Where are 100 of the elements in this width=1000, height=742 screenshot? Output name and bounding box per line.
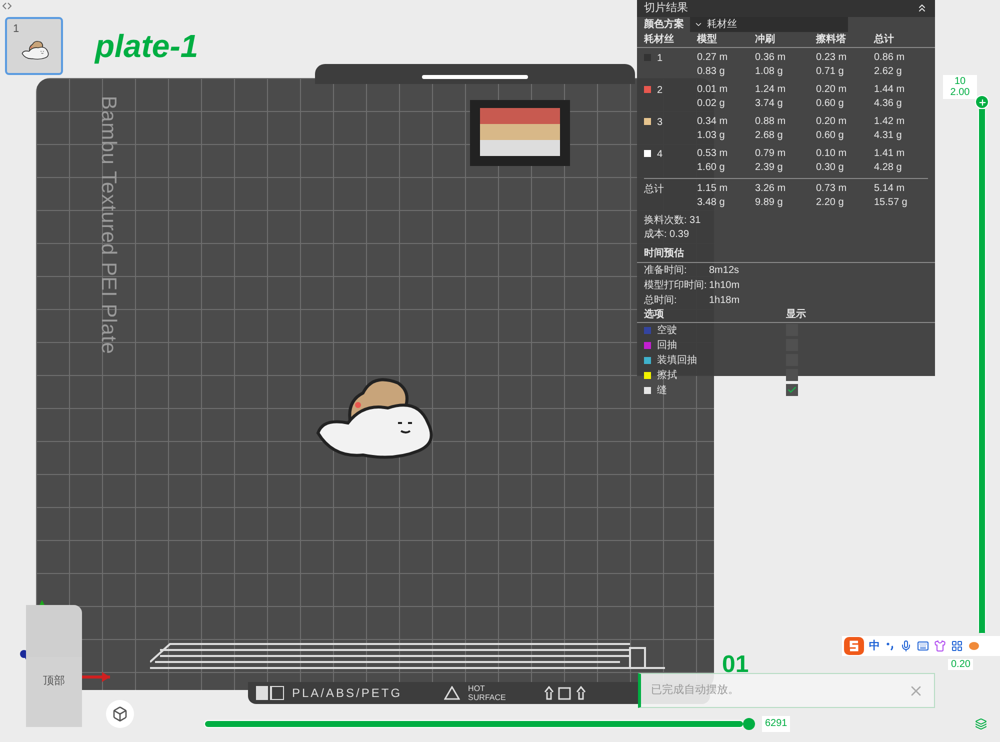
column-header: 选项: [644, 308, 665, 322]
length-value: 0.20 m: [816, 82, 848, 96]
notification-text: 已完成自动摆放。: [651, 682, 739, 698]
weight-value: 1.60 g: [697, 160, 726, 174]
length-value: 1.15 m: [697, 182, 729, 196]
punctuation-icon[interactable]: [885, 641, 895, 651]
plate-name: Bambu Textured PEI Plate: [96, 96, 121, 356]
move-value-label: 6291: [762, 716, 790, 732]
material-label: PLA/ABS/PETG: [292, 685, 402, 702]
length-value: 0.01 m: [697, 82, 729, 96]
plate-thumbnail[interactable]: 1: [5, 17, 63, 75]
length-value: 0.88 m: [755, 114, 787, 128]
column-header: 耗材丝: [644, 32, 675, 46]
weight-value: 4.28 g: [874, 160, 903, 174]
weight-value: 2.68 g: [755, 128, 784, 142]
length-value: 0.20 m: [816, 114, 848, 128]
column-header: 冲刷: [755, 32, 776, 46]
option-label: 回抽: [657, 338, 678, 352]
cube-icon: [112, 706, 128, 722]
layer-bottom-label: 0.20: [948, 659, 974, 670]
warning-icon: [444, 686, 460, 700]
length-value: 0.34 m: [697, 114, 729, 128]
view-cube-face-label: 顶部: [43, 674, 65, 689]
weight-value: 0.83 g: [697, 64, 726, 78]
length-value: 0.73 m: [816, 182, 848, 196]
shirt-icon[interactable]: [934, 640, 946, 652]
weight-value: 0.60 g: [816, 96, 845, 110]
cost: 成本: 0.39: [643, 228, 690, 242]
option-label: 装填回抽: [657, 354, 698, 368]
show-checkbox[interactable]: [786, 369, 798, 381]
layer-top-label: 10 2.00: [943, 75, 977, 99]
length-value: 1.44 m: [874, 82, 906, 96]
time-label: 总时间:: [644, 294, 678, 308]
time-value: 1h18m: [709, 294, 740, 308]
length-value: 5.14 m: [874, 182, 906, 196]
length-value: 1.41 m: [874, 146, 906, 160]
length-value: 0.79 m: [755, 146, 787, 160]
weight-value: 3.48 g: [697, 196, 726, 210]
layers-icon[interactable]: [975, 718, 987, 730]
length-value: 0.10 m: [816, 146, 848, 160]
weight-value: 2.20 g: [816, 196, 845, 210]
arrows-icon: [544, 686, 586, 700]
weight-value: 2.39 g: [755, 160, 784, 174]
column-header: 擦料塔: [816, 32, 847, 46]
microphone-icon[interactable]: [900, 640, 912, 652]
length-value: 0.23 m: [816, 50, 848, 64]
layer-number: 01: [722, 650, 749, 680]
show-checkbox[interactable]: [786, 384, 798, 396]
weight-value: 9.89 g: [755, 196, 784, 210]
option-label: 擦拭: [657, 368, 678, 382]
view-reset-button[interactable]: [106, 700, 134, 728]
filament-number: 4: [657, 148, 663, 162]
length-value: 1.24 m: [755, 82, 787, 96]
length-value: 3.26 m: [755, 182, 787, 196]
time-label: 模型打印时间:: [644, 278, 708, 292]
weight-value: 0.30 g: [816, 160, 845, 174]
color-scheme-label: 颜色方案: [644, 17, 684, 32]
option-label: 缝: [657, 384, 668, 398]
show-checkbox[interactable]: [786, 324, 798, 336]
input-mode[interactable]: 中: [869, 638, 880, 654]
color-scheme-dropdown[interactable]: 耗材丝: [690, 16, 848, 32]
length-value: 0.53 m: [697, 146, 729, 160]
panel-title: 切片结果: [644, 1, 688, 16]
weight-value: 0.71 g: [816, 64, 845, 78]
length-value: 0.86 m: [874, 50, 906, 64]
layer-slider-handle[interactable]: [975, 95, 989, 109]
filament-number: 3: [657, 116, 663, 130]
weight-value: 1.03 g: [697, 128, 726, 142]
weight-value: 15.57 g: [874, 196, 908, 210]
column-header: 总计: [874, 32, 895, 46]
collapse-icon[interactable]: [916, 2, 928, 14]
weight-value: 0.60 g: [816, 128, 845, 142]
weight-value: 4.31 g: [874, 128, 903, 142]
length-value: 0.36 m: [755, 50, 787, 64]
length-value: 0.27 m: [697, 50, 729, 64]
logo-icon: [256, 686, 284, 700]
length-value: 1.42 m: [874, 114, 906, 128]
weight-value: 2.62 g: [874, 64, 903, 78]
time-value: 8m12s: [709, 264, 740, 278]
time-label: 准备时间:: [644, 264, 688, 278]
time-value: 1h10m: [709, 278, 740, 292]
keyboard-icon[interactable]: [917, 640, 929, 652]
ime-logo-icon[interactable]: [844, 637, 864, 655]
plus-icon: [978, 98, 986, 106]
filament-changes: 换料次数: 31: [643, 214, 702, 228]
weight-value: 4.36 g: [874, 96, 903, 110]
filament-number: 2: [657, 84, 663, 98]
column-header: 显示: [786, 308, 806, 322]
move-slider-handle[interactable]: [743, 718, 755, 730]
weight-value: 0.02 g: [697, 96, 726, 110]
plate-title: plate-1: [95, 27, 198, 66]
hot-surface-warning: HOT SURFACE: [468, 684, 507, 702]
column-header: 模型: [697, 32, 718, 46]
check-icon: [787, 385, 797, 395]
weight-value: 1.08 g: [755, 64, 784, 78]
option-label: 空驶: [657, 324, 678, 338]
grid-icon[interactable]: [951, 640, 963, 652]
time-estimate-title: 时间预估: [637, 246, 935, 262]
weight-value: 3.74 g: [755, 96, 784, 110]
total-label: 总计: [644, 182, 665, 196]
